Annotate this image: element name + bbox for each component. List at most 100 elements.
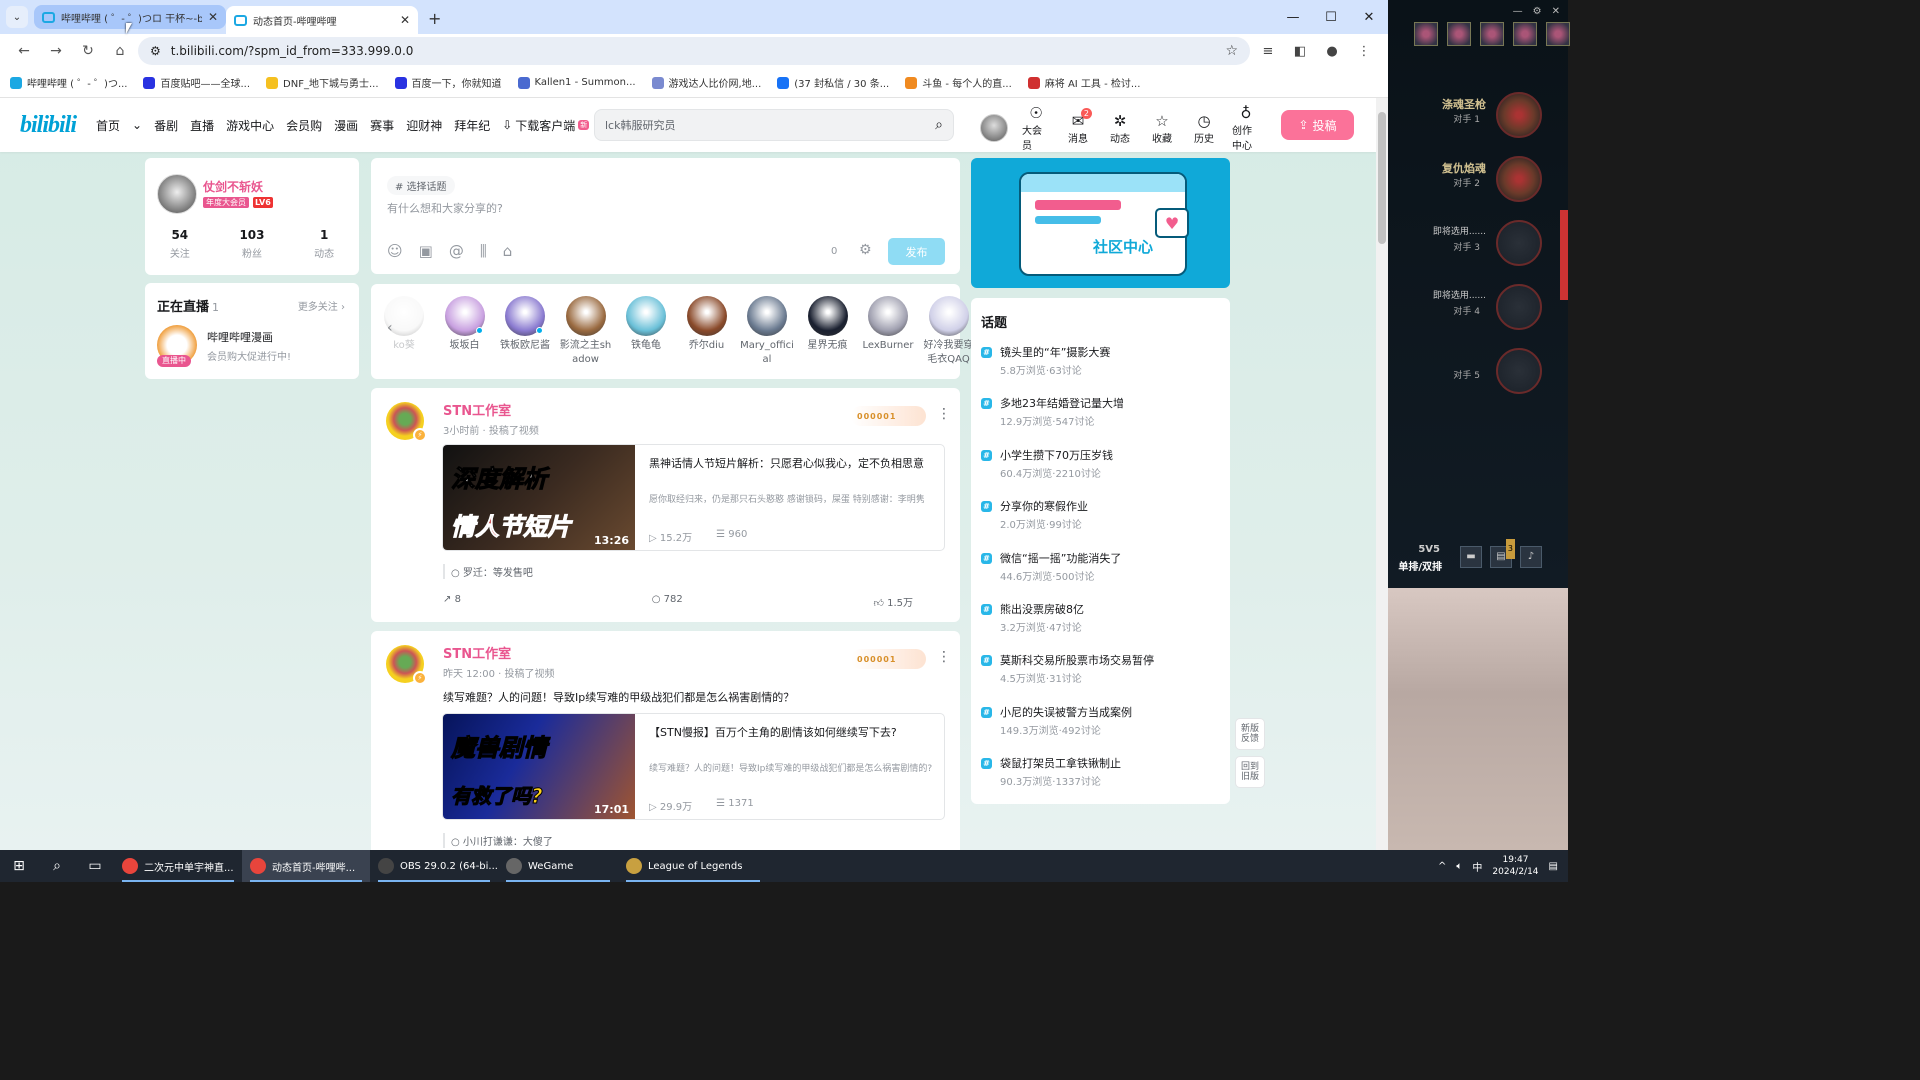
nav-item[interactable]: 番剧 — [154, 117, 178, 134]
emoji-icon[interactable]: ☺ — [387, 242, 403, 260]
live-reserve-icon[interactable]: ⌂ — [503, 242, 513, 260]
home-button[interactable]: ⌂ — [106, 37, 134, 65]
page-scrollbar[interactable] — [1376, 98, 1388, 850]
search-icon[interactable]: ⌕ — [38, 858, 76, 874]
vote-icon[interactable]: ⫼ — [480, 242, 487, 260]
search-input[interactable]: lck韩服研究员 ⌕ — [594, 109, 954, 141]
windows-start-icon[interactable]: ⊞ — [0, 858, 38, 874]
followed-up-item[interactable]: 影流之主shadow — [559, 296, 613, 367]
close-icon[interactable]: ✕ — [1552, 6, 1560, 17]
avatar[interactable] — [157, 174, 197, 214]
forward-button[interactable]: → — [42, 37, 70, 65]
bookmark-item[interactable]: 百度贴吧——全球... — [143, 75, 250, 90]
header-icon-3[interactable]: ☆ 收藏 — [1148, 112, 1176, 145]
bookmark-star-icon[interactable]: ☆ — [1225, 43, 1238, 59]
nav-item[interactable]: 赛事 — [370, 117, 394, 134]
notification-icon[interactable]: ▤ — [1549, 861, 1558, 872]
share-button[interactable]: ↗ 8 — [443, 594, 461, 609]
volume-icon[interactable]: 🔈︎ — [1456, 861, 1462, 872]
nav-item[interactable]: 直播 — [190, 117, 214, 134]
settings-icon[interactable]: ⚙ — [1533, 6, 1542, 17]
header-icon-1[interactable]: ✉ 消息 2 — [1064, 107, 1092, 145]
followed-up-item[interactable]: ko葵 — [377, 296, 431, 353]
menu-icon[interactable]: ⋮ — [1350, 37, 1378, 65]
more-icon[interactable]: ⋮ — [937, 406, 951, 422]
more-icon[interactable]: ⋮ — [937, 649, 951, 665]
close-tab-icon[interactable]: ✕ — [208, 10, 218, 24]
community-center-banner[interactable]: 社区中心 ♥ — [971, 158, 1230, 288]
nav-item[interactable]: 漫画 — [334, 117, 358, 134]
maximize-button[interactable]: ☐ — [1312, 0, 1350, 34]
followed-up-item[interactable]: 铁板欧尼酱 — [498, 296, 552, 353]
taskbar-app[interactable]: League of Legends — [618, 850, 768, 882]
video-title[interactable]: 黑神话情人节短片解析：只愿君心似我心，定不负相思意 — [649, 455, 937, 472]
live-room-title[interactable]: 会员购大促进行中! — [207, 348, 291, 363]
nav-item[interactable]: 首页 — [96, 117, 120, 134]
video-title[interactable]: 【STN慢报】百万个主角的剧情该如何继续写下去? — [649, 724, 937, 741]
username[interactable]: 仗剑不斩妖 — [203, 178, 263, 195]
bookmark-item[interactable]: 哔哩哔哩 ( ゜- ゜)つ... — [10, 75, 127, 90]
live-streamer-name[interactable]: 哔哩哔哩漫画 — [207, 329, 273, 345]
comment-button[interactable]: ○ 782 — [652, 594, 683, 609]
followed-up-item[interactable]: Mary_official — [740, 296, 794, 367]
close-window-button[interactable]: ✕ — [1350, 0, 1388, 34]
post-author[interactable]: STN工作室 — [443, 643, 511, 662]
side-panel-icon[interactable]: ◧ — [1286, 37, 1314, 65]
chat-icon[interactable]: ▬ — [1460, 546, 1482, 568]
tab-dynamic-home[interactable]: 动态首页-哔哩哔哩 ✕ — [226, 6, 418, 34]
close-tab-icon[interactable]: ✕ — [400, 13, 410, 27]
bilibili-logo[interactable]: bilibili — [20, 112, 77, 139]
download-client-link[interactable]: ⇩ 下载客户端新 — [502, 117, 590, 134]
bookmark-item[interactable]: DNF_地下城与勇士... — [266, 75, 379, 90]
reload-button[interactable]: ↻ — [74, 37, 102, 65]
bookmark-item[interactable]: (37 封私信 / 30 条... — [777, 75, 889, 90]
nav-item[interactable]: 游戏中心 — [226, 117, 274, 134]
video-thumbnail[interactable]: 魔兽剧情 有救了吗? 17:01 — [443, 714, 635, 819]
stat-following[interactable]: 54 关注 — [170, 228, 190, 260]
compose-input[interactable]: 有什么想和大家分享的? — [387, 200, 503, 216]
old-version-button[interactable]: 回到旧版 — [1235, 756, 1265, 788]
hot-reply[interactable]: ○ 罗迁：等发售吧 — [443, 564, 533, 579]
followed-up-item[interactable]: LexBurner — [861, 296, 915, 353]
video-card[interactable]: 魔兽剧情 有救了吗? 17:01 【STN慢报】百万个主角的剧情该如何继续写下去… — [442, 713, 945, 820]
task-view-icon[interactable]: ▭ — [76, 858, 114, 874]
url-text[interactable]: t.bilibili.com/?spm_id_from=333.999.0.0 — [171, 44, 414, 58]
mention-icon[interactable]: @ — [449, 242, 464, 260]
followed-up-item[interactable]: 乔尔diu — [680, 296, 734, 353]
ime-indicator[interactable]: 中 — [1472, 859, 1482, 874]
select-topic-button[interactable]: # 选择话题 — [387, 176, 455, 195]
site-info-icon[interactable]: ⚙ — [150, 44, 161, 58]
more-follows-link[interactable]: 更多关注 › — [298, 298, 345, 313]
taskbar-app[interactable]: 二次元中单宇神直... — [114, 850, 242, 882]
header-icon-0[interactable]: ☉ 大会员 — [1022, 104, 1050, 152]
followed-up-item[interactable]: 铁龟龟 — [619, 296, 673, 353]
followed-up-item[interactable]: 好冷我要穿毛衣QAQ — [922, 296, 976, 367]
nav-item[interactable]: 会员购 — [286, 117, 322, 134]
bookmark-item[interactable]: 麻将 AI 工具 - 检讨... — [1027, 75, 1140, 90]
header-icon-4[interactable]: ◷ 历史 — [1190, 112, 1218, 145]
clock[interactable]: 19:47 2024/2/14 — [1492, 854, 1538, 878]
taskbar-app[interactable]: WeGame — [498, 850, 618, 882]
back-button[interactable]: ← — [10, 37, 38, 65]
bookmark-item[interactable]: 斗鱼 - 每个人的直... — [905, 75, 1012, 90]
publish-button[interactable]: 发布 — [888, 238, 945, 265]
header-icon-2[interactable]: ✲ 动态 — [1106, 112, 1134, 145]
tray-overflow-icon[interactable]: ^ — [1438, 861, 1446, 872]
new-tab-button[interactable]: + — [428, 9, 441, 28]
address-bar[interactable]: ⚙ t.bilibili.com/?spm_id_from=333.999.0.… — [138, 37, 1250, 65]
feedback-button[interactable]: 新版反馈 — [1235, 718, 1265, 750]
nav-item[interactable]: 迎财神 — [406, 117, 442, 134]
profile-icon[interactable]: ● — [1318, 37, 1346, 65]
image-icon[interactable]: ▣ — [419, 242, 433, 260]
hot-reply[interactable]: ○ 小川打谦谦：大傻了 — [443, 833, 553, 848]
followed-up-item[interactable]: 星界无痕 — [801, 296, 855, 353]
like-button[interactable]: 👍︎ 1.5万 — [873, 594, 913, 609]
followed-up-item[interactable]: 坂坂白 — [438, 296, 492, 353]
video-card[interactable]: 深度解析 情人节短片 13:26 黑神话情人节短片解析：只愿君心似我心，定不负相… — [442, 444, 945, 551]
scrollbar-thumb[interactable] — [1378, 112, 1386, 244]
bookmark-item[interactable]: 百度一下，你就知道 — [394, 75, 502, 90]
nav-item[interactable]: 拜年纪 — [454, 117, 490, 134]
media-control-icon[interactable]: ≡ — [1254, 37, 1282, 65]
header-icon-5[interactable]: ♁ 创作中心 — [1232, 104, 1260, 152]
stat-dynamics[interactable]: 1 动态 — [314, 228, 334, 260]
